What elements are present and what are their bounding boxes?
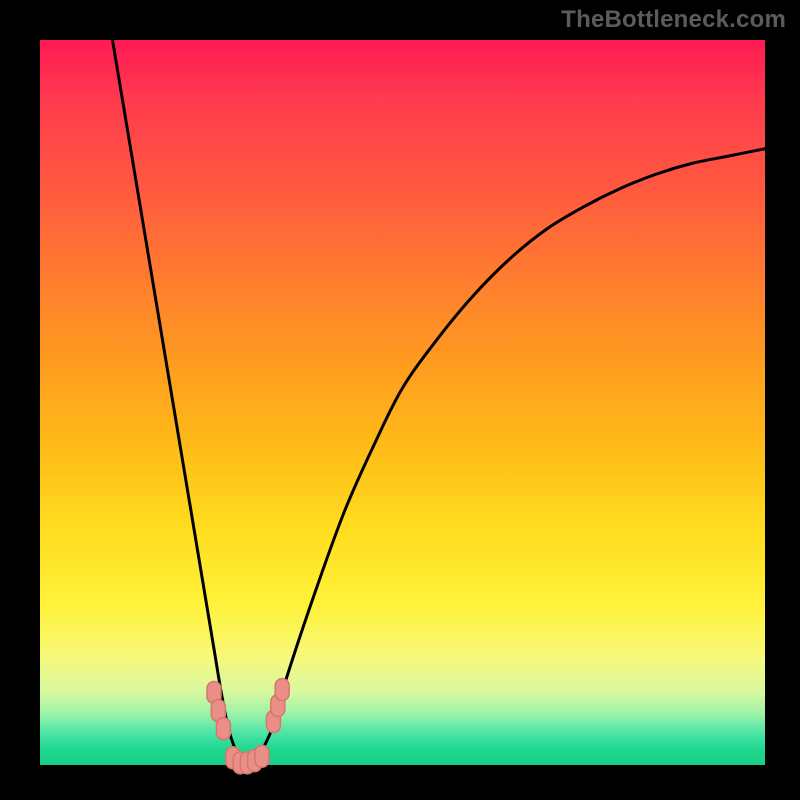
curve-markers	[207, 679, 289, 774]
curve-marker	[275, 679, 289, 701]
curve-marker	[255, 745, 269, 767]
chart-frame: TheBottleneck.com	[0, 0, 800, 800]
curve-marker	[216, 718, 230, 740]
bottleneck-curve-svg	[40, 40, 765, 765]
bottleneck-curve	[113, 40, 766, 766]
plot-area	[40, 40, 765, 765]
watermark-text: TheBottleneck.com	[561, 6, 786, 34]
